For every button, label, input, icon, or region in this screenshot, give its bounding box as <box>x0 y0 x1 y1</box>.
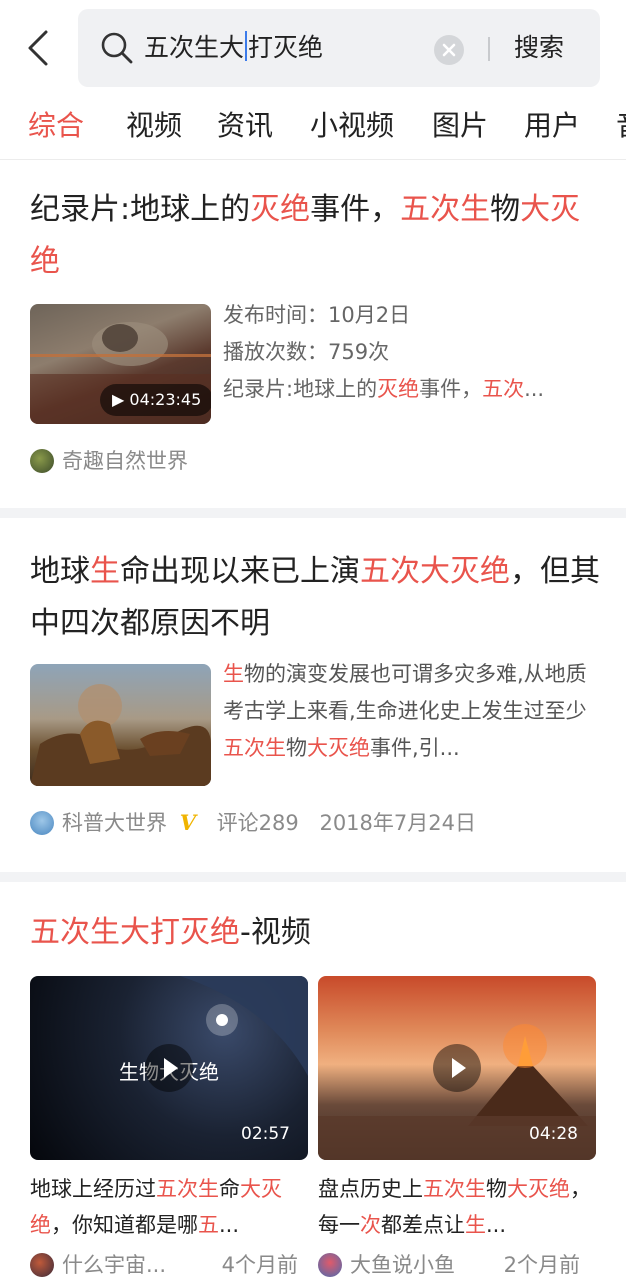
text-segment: 地球上经历过 <box>30 1177 156 1201</box>
tab-images[interactable]: 图片 <box>432 106 488 146</box>
highlighted-text: 五次生 <box>423 1177 486 1201</box>
search-button[interactable]: 搜索 <box>514 29 564 67</box>
highlighted-text: 生 <box>465 1213 486 1237</box>
highlighted-text: 五次生 <box>223 736 286 760</box>
avatar <box>318 1253 342 1277</box>
avatar <box>30 1253 54 1277</box>
highlighted-text: 生 <box>223 662 244 686</box>
text-segment: ... <box>219 1213 240 1237</box>
search-query-before-caret: 五次生大 <box>144 33 245 62</box>
avatar <box>30 449 54 473</box>
duration-badge: ▶ 04:23:45 <box>100 384 211 416</box>
video-time: 2个月前 <box>503 1253 580 1277</box>
search-header: 五次生大 打灭绝 搜索 <box>0 0 626 96</box>
text-segment: 物的演变发展也可谓多灾多难,从地质考古学上来看,生命进化史上发生过至少 <box>223 662 587 723</box>
tab-users[interactable]: 用户 <box>524 106 580 146</box>
video-thumbnail[interactable]: 04:28 <box>318 976 596 1160</box>
section-divider <box>0 872 626 882</box>
play-count: 播放次数：759次 <box>223 340 390 364</box>
search-icon <box>101 32 133 64</box>
text-segment: 事件， <box>419 377 483 401</box>
publish-time: 发布时间：10月2日 <box>223 303 411 327</box>
text-segment: 事件,引... <box>370 736 460 760</box>
text-segment: 纪录片:地球上的 <box>30 192 251 227</box>
source-name: 奇趣自然世界 <box>62 449 188 473</box>
search-box[interactable]: 五次生大 打灭绝 搜索 <box>78 9 600 87</box>
text-segment: ，你知道都是哪 <box>51 1213 198 1237</box>
category-tabs: 综合 视频 资讯 小视频 图片 用户 音 <box>0 96 626 160</box>
video-section-query: 五次生大打灭绝 <box>30 915 240 950</box>
video-thumbnail[interactable]: 生物大灭绝 02:57 <box>30 976 308 1160</box>
result-title[interactable]: 纪录片:地球上的灭绝事件，五次生物大灭绝 <box>30 184 600 288</box>
play-icon[interactable] <box>145 1044 193 1092</box>
text-segment: 物 <box>286 736 307 760</box>
thumbnail-image <box>30 684 211 786</box>
comment-count[interactable]: 评论289 <box>217 811 299 835</box>
verified-icon: V <box>179 810 196 835</box>
clear-icon[interactable] <box>434 35 464 65</box>
result-title[interactable]: 地球生命出现以来已上演五次大灭绝，但其中四次都原因不明 <box>30 546 600 650</box>
text-segment: 盘点历史上 <box>318 1177 423 1201</box>
video-section-suffix: -视频 <box>240 915 311 950</box>
divider <box>488 37 490 61</box>
text-segment: ... <box>486 1213 507 1237</box>
video-title[interactable]: 盘点历史上五次生物大灭绝，每一次都差点让生... <box>318 1171 598 1243</box>
tab-short-video[interactable]: 小视频 <box>310 106 394 146</box>
text-segment: 物 <box>486 1177 507 1201</box>
video-meta: 什么宇宙... 4个月前 <box>30 1250 298 1280</box>
highlighted-text: 五次 <box>482 377 525 401</box>
search-query-after-caret: 打灭绝 <box>248 33 324 62</box>
text-caret <box>245 31 248 61</box>
highlighted-text: 生 <box>90 554 120 589</box>
video-meta: 大鱼说小鱼 2个月前 <box>318 1250 580 1280</box>
highlighted-text: 五次生 <box>400 192 491 227</box>
tab-news[interactable]: 资讯 <box>217 106 273 146</box>
tab-comprehensive[interactable]: 综合 <box>28 106 84 146</box>
highlighted-text: 灭绝 <box>377 377 420 401</box>
avatar <box>30 811 54 835</box>
text-segment: ... <box>524 377 545 401</box>
video-author[interactable]: 大鱼说小鱼 <box>350 1253 455 1277</box>
text-segment: 命出现以来已上演 <box>120 554 360 589</box>
video-time: 4个月前 <box>221 1253 298 1277</box>
result-source[interactable]: 科普大世界 V 评论289 2018年7月24日 <box>30 808 476 838</box>
video-thumbnail[interactable]: ▶ 04:23:45 <box>30 304 211 424</box>
highlighted-text: 五 <box>198 1213 219 1237</box>
highlighted-text: 五次生 <box>156 1177 219 1201</box>
back-arrow-icon[interactable] <box>20 26 60 70</box>
duration-text: 04:28 <box>529 1124 578 1144</box>
highlighted-text: 次 <box>360 1213 381 1237</box>
result-description: 纪录片:地球上的灭绝事件，五次... <box>223 371 593 408</box>
duration-text: 04:23:45 <box>129 390 202 409</box>
tab-video[interactable]: 视频 <box>126 106 182 146</box>
highlighted-text: 大灭绝 <box>507 1177 570 1201</box>
text-segment: 物 <box>490 192 521 227</box>
play-icon[interactable] <box>433 1044 481 1092</box>
video-author[interactable]: 什么宇宙... <box>62 1253 166 1277</box>
publish-date: 2018年7月24日 <box>319 811 476 835</box>
text-segment: 事件， <box>310 192 401 227</box>
text-segment: 命 <box>219 1177 240 1201</box>
tab-music[interactable]: 音 <box>616 106 626 146</box>
video-title[interactable]: 地球上经历过五次生命大灭绝，你知道都是哪五... <box>30 1171 310 1243</box>
search-input[interactable]: 五次生大 打灭绝 <box>144 29 323 67</box>
article-thumbnail[interactable] <box>30 664 211 786</box>
section-divider <box>0 508 626 518</box>
text-segment: 纪录片:地球上的 <box>223 377 378 401</box>
highlighted-text: 大灭绝 <box>307 736 370 760</box>
text-segment: 地球 <box>30 554 90 589</box>
video-section-title[interactable]: 五次生大打灭绝-视频 <box>30 907 600 959</box>
highlighted-text: 五次大灭绝 <box>360 554 510 589</box>
text-segment: 都差点让 <box>381 1213 465 1237</box>
result-source[interactable]: 奇趣自然世界 <box>30 446 188 476</box>
highlighted-text: 灭绝 <box>250 192 311 227</box>
duration-text: 02:57 <box>241 1124 290 1144</box>
source-name: 科普大世界 <box>62 811 167 835</box>
result-description: 生物的演变发展也可谓多灾多难,从地质考古学上来看,生命进化史上发生过至少五次生物… <box>223 656 598 767</box>
